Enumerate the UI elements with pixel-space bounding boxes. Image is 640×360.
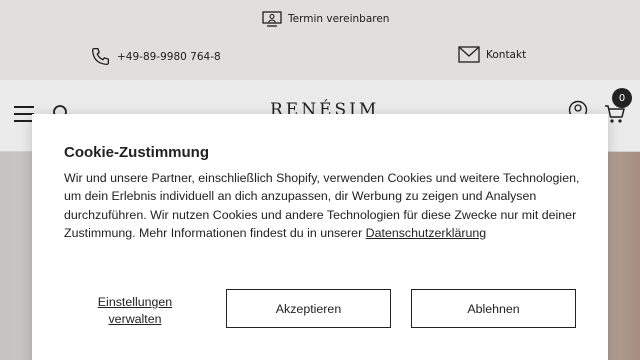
accept-button[interactable]: Akzeptieren [226, 289, 391, 328]
decline-button[interactable]: Ablehnen [411, 289, 576, 328]
cookie-dialog-title: Cookie-Zustimmung [64, 144, 209, 161]
cookie-consent-dialog: Cookie-Zustimmung Wir und unsere Partner… [32, 114, 608, 360]
cart-count-badge: 0 [612, 88, 632, 108]
cookie-dialog-body: Wir und unsere Partner, einschließlich S… [64, 169, 584, 242]
manage-settings-link[interactable]: Einstellungen verwalten [88, 294, 182, 328]
cookie-dialog-text: Wir und unsere Partner, einschließlich S… [64, 171, 580, 240]
privacy-policy-link[interactable]: Datenschutzerklärung [366, 226, 487, 240]
